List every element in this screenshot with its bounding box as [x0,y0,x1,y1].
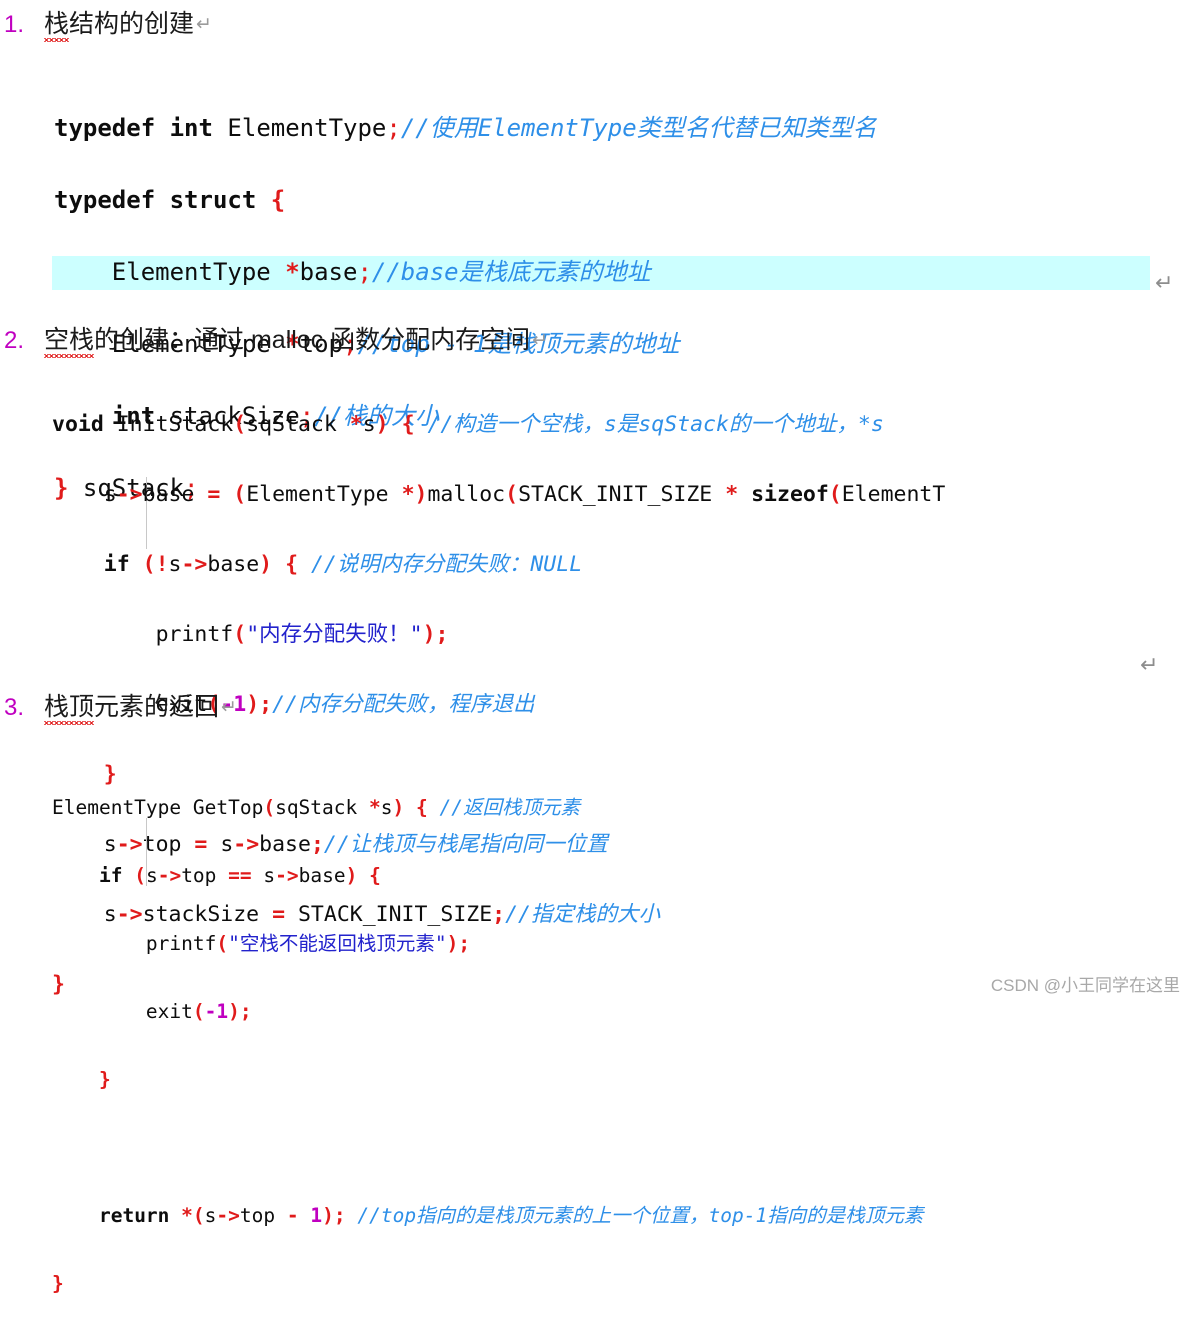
section-number-1: 1. [4,11,25,38]
token-keyword: typedef [54,114,156,142]
section-heading-3: 3. 栈顶元素的返回 ↵ [0,693,237,721]
paragraph-mark-icon: ↵ [196,13,212,35]
section-heading-2: 2. 空栈的创建：通过 malloc 函数分配内存空间 ↵ [0,326,549,354]
code-line: s->base = (ElementType *)malloc(STACK_IN… [103,482,946,507]
section-title-misspelled-3: 栈顶 [44,693,95,725]
token-identifier: ElementType [212,114,387,142]
token-comment: //base是栈底元素的地址 [371,258,651,286]
paragraph-mark-icon: ↵ [221,696,237,718]
token-punctuation: ; [386,114,401,142]
return-mark-icon-1: ↵ [1155,271,1174,296]
code-line: ElementType GetTop(sqStack *s) { //返回栈顶元… [52,796,580,819]
code-line: exit(-1); [145,1000,252,1023]
section-heading-1: 1. 栈结构的创建 ↵ [0,10,212,38]
section-title-3: 元素的返回 [94,693,220,721]
token-keyword: int [169,114,213,142]
code-line: return *(s->top - 1); //top指向的是栈顶元素的上一个位… [98,1204,924,1227]
token-punctuation: ; [357,258,372,286]
code-line: if (s->top == s->base) { [98,864,381,887]
token-punctuation: { [270,186,286,214]
code-line: typedef int ElementType;//使用ElementType类… [54,110,877,146]
token-keyword: struct [169,186,257,214]
section-number-3: 3. [4,694,25,721]
code-line: printf("空栈不能返回栈顶元素"); [145,932,471,955]
code-line: } [52,1272,64,1295]
code-line: printf("内存分配失败！"); [155,622,449,647]
code-line: } [98,1068,111,1091]
code-line: if (!s->base) { //说明内存分配失败：NULL [103,552,583,577]
section-title-misspelled-2: 空栈 [44,326,95,358]
return-mark-icon-2: ↵ [1140,653,1159,678]
token-type: ElementType [111,258,286,286]
section-title-1: 结构的创建 [69,10,195,38]
code-line: ElementType *base;//base是栈底元素的地址 [54,254,877,290]
code-block-3: ElementType GetTop(sqStack *s) { //返回栈顶元… [52,757,923,1335]
token-identifier: base [299,258,358,286]
code-line: typedef struct { [54,182,877,218]
token-comment: //使用ElementType类型名代替已知类型名 [400,114,877,142]
code-line: void InitStack(sqStack *s) { //构造一个空栈，s是… [52,412,884,437]
section-title-2: 的创建：通过 malloc 函数分配内存空间 [94,326,531,354]
paragraph-mark-icon: ↵ [532,329,549,351]
section-number-2: 2. [4,327,25,354]
token-punctuation: * [285,258,300,286]
section-title-misspelled-1: 栈 [44,10,70,42]
csdn-watermark: CSDN @小王同学在这里 [990,976,1180,995]
token-keyword: typedef [54,186,156,214]
